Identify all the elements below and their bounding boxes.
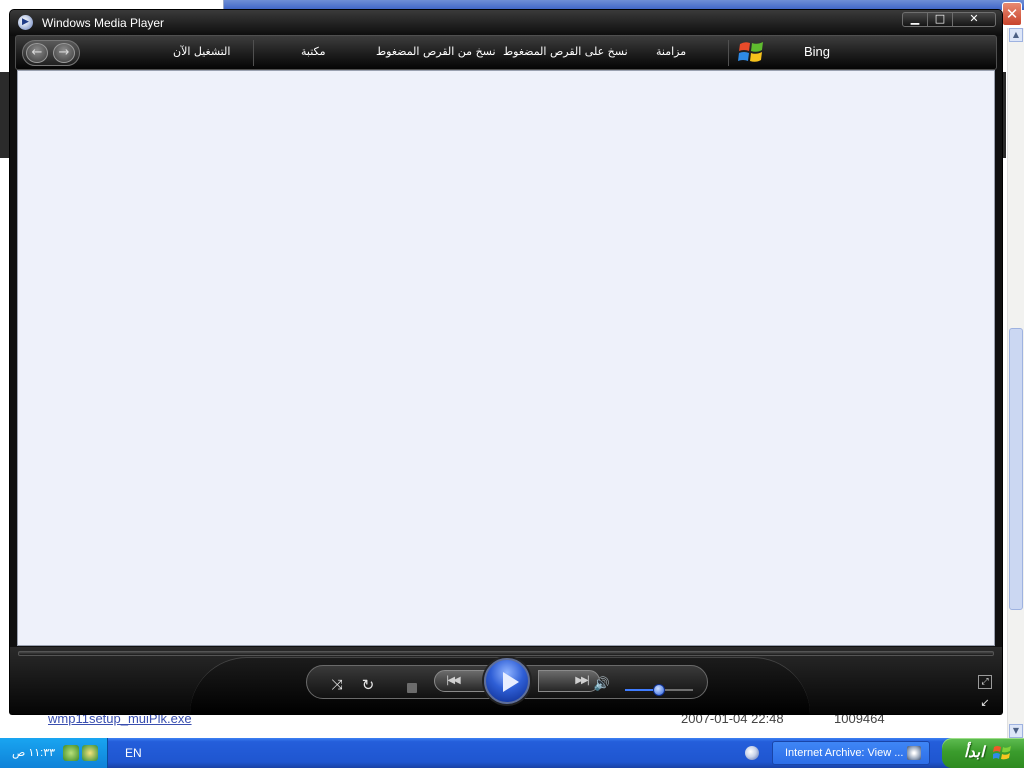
tab-now-playing[interactable]: التشغيل الآن [173, 45, 230, 58]
media-player-window: ▶ Windows Media Player ▁ □ ✕ ← → التشغيل… [10, 10, 1002, 714]
switch-to-skin-icon[interactable]: ⤢ [978, 675, 992, 689]
browser-tab[interactable] [0, 0, 224, 10]
seek-bar[interactable] [18, 651, 994, 656]
language-indicator[interactable]: EN [125, 746, 142, 760]
tab-bing[interactable]: Bing [804, 44, 830, 59]
page-scrollbar[interactable]: ▲ ▼ [1007, 28, 1024, 738]
repeat-icon[interactable]: ↻ [359, 677, 377, 693]
windows-flag-icon [993, 746, 1011, 760]
clock[interactable]: ١١:٣٣ ص [12, 746, 55, 759]
tab-sync[interactable]: مزامنة [656, 45, 686, 58]
media-content-area[interactable] [17, 70, 995, 646]
media-player-app-icon: ▶ [18, 15, 33, 30]
taskbar: ١١:٣٣ ص EN Internet Archive: View ... اب… [0, 738, 1024, 768]
volume-icon[interactable]: 🔊 [593, 677, 611, 693]
scrollbar-thumb[interactable] [1009, 328, 1023, 610]
browser-window-icon [907, 746, 921, 760]
next-button[interactable]: ▶▶| [538, 670, 600, 692]
play-button[interactable] [484, 658, 530, 704]
scroll-down-icon[interactable]: ▼ [1009, 724, 1023, 738]
forward-arrow-icon[interactable]: → [53, 43, 75, 63]
compact-mode-icon[interactable]: ↙ [978, 697, 992, 709]
play-icon [503, 672, 519, 692]
title-bar[interactable]: ▶ Windows Media Player ▁ □ ✕ [10, 10, 1002, 36]
start-button[interactable]: ابدأ [942, 738, 1024, 768]
maximize-button[interactable]: □ [927, 12, 953, 27]
stop-icon[interactable] [407, 683, 417, 693]
taskbar-window-button[interactable]: Internet Archive: View ... [772, 741, 930, 765]
tab-burn[interactable]: نسخ على القرص المضغوط [503, 45, 628, 58]
taskbar-window-label: Internet Archive: View ... [785, 747, 904, 759]
start-label: ابدأ [964, 743, 985, 761]
shuffle-icon[interactable]: ⤨ [328, 677, 346, 693]
scroll-up-icon[interactable]: ▲ [1009, 28, 1023, 42]
tab-rip[interactable]: نسخ من القرص المضغوط [376, 45, 496, 58]
volume-slider-knob[interactable] [653, 684, 665, 696]
tab-library[interactable]: مكتبة [301, 45, 326, 58]
windows-logo-icon[interactable] [737, 38, 767, 66]
back-arrow-icon[interactable]: ← [26, 43, 48, 63]
nav-divider [728, 40, 729, 66]
browser-close-button[interactable]: ✕ [1002, 2, 1022, 26]
playback-controls-area: ⤨ ↻ |◀◀ ▶▶| 🔊 ⤢ ↙ [10, 647, 1002, 714]
quick-launch-media-player-icon[interactable] [745, 746, 759, 760]
window-title: Windows Media Player [42, 16, 165, 30]
navigation-bar: ← → التشغيل الآن مكتبة نسخ من القرص المض… [15, 35, 997, 70]
close-button[interactable]: ✕ [952, 12, 996, 27]
system-tray: ١١:٣٣ ص [0, 738, 108, 768]
nav-divider [253, 40, 254, 66]
tray-app-icon[interactable] [63, 745, 79, 761]
nav-arrows-group: ← → [22, 40, 80, 66]
tray-network-icon[interactable] [82, 745, 98, 761]
minimize-button[interactable]: ▁ [902, 12, 928, 27]
